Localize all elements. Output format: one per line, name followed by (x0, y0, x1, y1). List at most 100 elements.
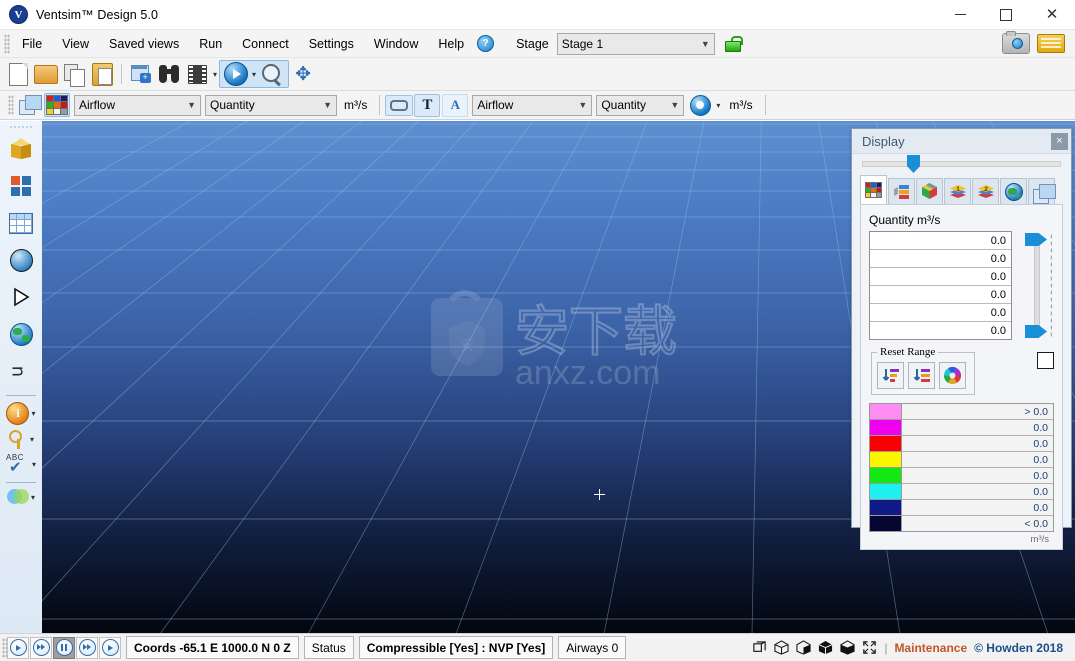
menu-connect[interactable]: Connect (232, 33, 299, 55)
color-by-select[interactable]: Airflow ▼ (74, 94, 201, 116)
unlocked-padlock-icon[interactable] (724, 35, 743, 52)
copy-button[interactable] (60, 60, 88, 88)
view-cube-half-icon[interactable] (796, 640, 811, 655)
tab-layer-2[interactable]: 2 (972, 178, 999, 204)
menu-view[interactable]: View (52, 33, 99, 55)
chevron-down-icon[interactable]: ▾ (32, 460, 36, 469)
legend-value-row[interactable]: 0.0 (902, 484, 1053, 500)
reset-range-filter-button[interactable] (908, 362, 935, 389)
legend-value-row[interactable]: 0.0 (902, 468, 1053, 484)
stage-select[interactable]: Stage 1 ▼ (556, 32, 715, 55)
legend-value-row[interactable]: 0.0 (902, 500, 1053, 516)
range-row[interactable]: 0.0 (870, 286, 1011, 304)
label-value-select[interactable]: Quantity ▼ (596, 94, 685, 116)
sidebar-item-table[interactable] (5, 207, 37, 239)
minimize-button[interactable] (937, 0, 983, 29)
animation-dropdown-caret-icon[interactable]: ▾ (213, 70, 217, 79)
pan-button[interactable]: ✥ (289, 60, 317, 88)
display-opacity-slider[interactable] (852, 154, 1071, 174)
view-cube-wire-icon[interactable] (774, 640, 789, 655)
legend-values[interactable]: > 0.0 0.0 0.0 0.0 0.0 0.0 0.0 < 0.0 (901, 404, 1053, 531)
slider-thumb[interactable] (907, 155, 920, 173)
step-back-button[interactable] (7, 636, 29, 659)
paste-button[interactable] (88, 60, 116, 88)
sidebar-item-flow[interactable]: ᴝ (5, 355, 37, 387)
rewind-button[interactable] (30, 636, 52, 659)
maintenance-label[interactable]: Maintenance (894, 641, 967, 655)
legend-value-row[interactable]: 0.0 (902, 436, 1053, 452)
label-dropdown-caret-icon[interactable]: ▾ (716, 101, 720, 110)
legend-value-row[interactable]: < 0.0 (902, 516, 1053, 531)
range-row[interactable]: 0.0 (870, 250, 1011, 268)
range-input-list[interactable]: 0.0 0.0 0.0 0.0 0.0 0.0 (869, 231, 1012, 340)
tab-cube[interactable] (916, 178, 943, 204)
animation-button[interactable] (183, 60, 211, 88)
maximize-button[interactable] (983, 0, 1029, 29)
label-sphere-button[interactable] (686, 91, 714, 119)
menu-saved-views[interactable]: Saved views (99, 33, 189, 55)
range-row[interactable]: 0.0 (870, 232, 1011, 250)
open-file-button[interactable] (32, 60, 60, 88)
sidebar-item-model[interactable] (5, 133, 37, 165)
chevron-down-icon[interactable]: ▾ (31, 493, 35, 502)
layers-button[interactable] (16, 91, 44, 119)
tab-layer-1[interactable]: 1 (944, 178, 971, 204)
step-forward-button[interactable] (99, 636, 121, 659)
auto-range-checkbox[interactable] (1037, 352, 1054, 369)
view-fullscreen-icon[interactable] (862, 640, 877, 655)
new-file-button[interactable] (4, 60, 32, 88)
sidebar-item-venn[interactable]: ▾ (1, 489, 41, 506)
rail-drag-grip[interactable] (9, 125, 33, 130)
sidebar-item-abc-check[interactable]: ABC ▾ (1, 453, 41, 476)
run-simulation-button[interactable] (222, 60, 250, 88)
tab-bars[interactable] (888, 178, 915, 204)
legend-value-row[interactable]: 0.0 (902, 452, 1053, 468)
range-row[interactable]: 0.0 (870, 304, 1011, 322)
text-label-button[interactable]: T (413, 91, 441, 119)
tab-color-grid[interactable] (860, 175, 887, 204)
display-panel[interactable]: Display × 1 2 Quantity m³/s 0.0 0.0 0.0 … (851, 128, 1072, 550)
sidebar-item-globe[interactable] (5, 318, 37, 350)
chevron-down-icon[interactable]: ▾ (30, 435, 34, 444)
display-panel-close-button[interactable]: × (1051, 132, 1068, 150)
help-question-icon[interactable]: ? (477, 35, 495, 52)
reset-range-down-button[interactable] (877, 362, 904, 389)
range-row[interactable]: 0.0 (870, 322, 1011, 339)
font-button[interactable]: A (441, 91, 469, 119)
tab-globe[interactable] (1000, 178, 1027, 204)
camera-icon[interactable] (1002, 31, 1030, 54)
color-wheel-button[interactable] (939, 362, 966, 389)
sidebar-item-sphere[interactable] (5, 244, 37, 276)
range-slider-min-handle[interactable] (1025, 325, 1047, 338)
find-button[interactable] (155, 60, 183, 88)
link-button[interactable] (385, 91, 414, 119)
sidebar-item-transform[interactable] (5, 170, 37, 202)
range-row[interactable]: 0.0 (870, 268, 1011, 286)
license-card-icon[interactable] (1037, 34, 1065, 53)
palette-button[interactable] (44, 93, 70, 117)
run-dropdown-caret-icon[interactable]: ▾ (252, 70, 256, 79)
menu-drag-grip[interactable] (4, 33, 10, 54)
sidebar-item-key[interactable]: ▾ (1, 429, 41, 449)
range-vertical-slider[interactable] (1012, 231, 1054, 340)
view-iso-open-icon[interactable] (752, 640, 767, 655)
pause-button[interactable] (53, 636, 75, 659)
sidebar-item-info[interactable]: i ▾ (1, 402, 41, 425)
close-button[interactable]: ✕ (1029, 0, 1075, 29)
menu-help[interactable]: Help (428, 33, 474, 55)
forward-button[interactable] (76, 636, 98, 659)
legend-value-row[interactable]: > 0.0 (902, 404, 1053, 420)
tab-overlay[interactable] (1028, 178, 1056, 204)
menu-window[interactable]: Window (364, 33, 428, 55)
menu-run[interactable]: Run (189, 33, 232, 55)
view-cube-solid-icon[interactable] (818, 640, 833, 655)
range-slider-max-handle[interactable] (1025, 233, 1047, 246)
view-cube-shaded-icon[interactable] (840, 640, 855, 655)
label-by-select[interactable]: Airflow ▼ (472, 94, 593, 116)
new-window-button[interactable]: + (127, 60, 155, 88)
toolbar2-drag-grip[interactable] (8, 95, 14, 115)
sidebar-item-play[interactable] (5, 281, 37, 313)
legend-value-row[interactable]: 0.0 (902, 420, 1053, 436)
menu-file[interactable]: File (12, 33, 52, 55)
chevron-down-icon[interactable]: ▾ (31, 409, 35, 418)
